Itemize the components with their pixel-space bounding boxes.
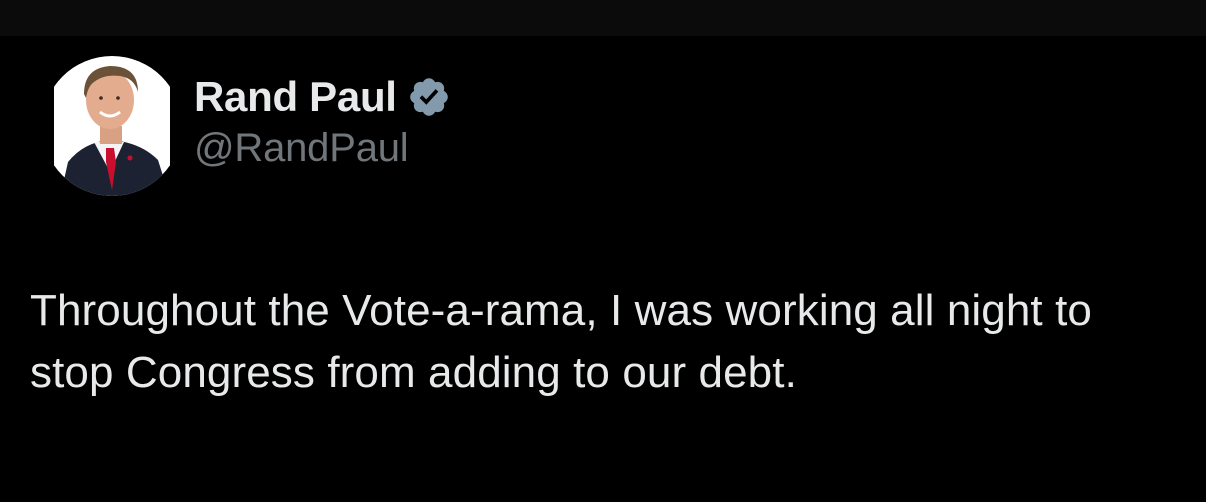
tweet-card[interactable]: Rand Paul @RandPaul Throughout the Vote-… [0,36,1206,502]
avatar[interactable] [54,54,170,198]
top-bar [0,0,1206,36]
tweet-header: Rand Paul @RandPaul [194,72,451,171]
profile-photo-icon [54,56,170,196]
display-name[interactable]: Rand Paul [194,73,397,121]
user-handle[interactable]: @RandPaul [194,126,451,171]
verified-badge-icon [407,75,451,119]
tweet-text: Throughout the Vote-a-rama, I was workin… [30,286,1092,397]
name-row: Rand Paul [194,72,451,122]
